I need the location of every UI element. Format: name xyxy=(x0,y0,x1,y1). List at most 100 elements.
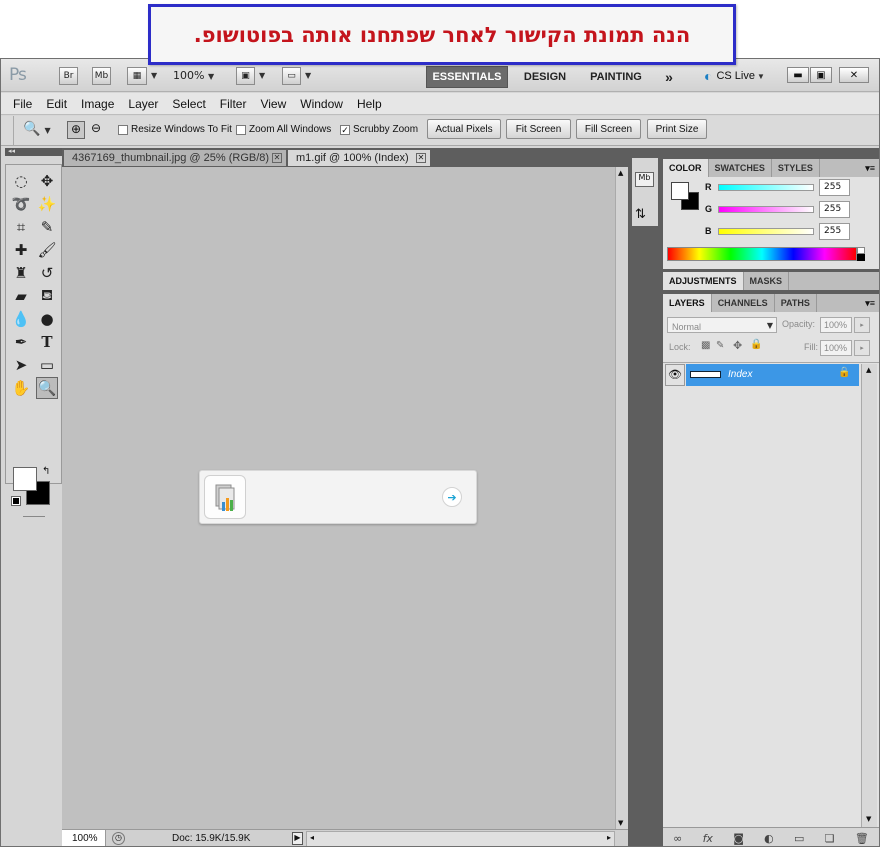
fill-arrow-icon[interactable]: ▸ xyxy=(854,340,870,356)
view-extras-button[interactable]: ▦ xyxy=(127,67,147,85)
pen-tool[interactable]: ✒ xyxy=(10,331,32,353)
move-tool[interactable]: ✥ xyxy=(36,170,58,192)
zoom-in-button[interactable]: ⊕ xyxy=(67,121,85,139)
zoom-all-windows-checkbox[interactable]: Zoom All Windows xyxy=(236,124,331,135)
tab-channels[interactable]: CHANNELS xyxy=(712,294,775,312)
arrange-documents-button[interactable]: ▣ xyxy=(236,67,255,85)
menu-file[interactable]: File xyxy=(6,97,39,111)
tab-m1-gif[interactable]: m1.gif @ 100% (Index) ✕ xyxy=(288,150,430,166)
horizontal-scrollbar[interactable]: ◂ ▸ xyxy=(306,831,615,846)
eyedropper-tool[interactable]: ✎ xyxy=(36,216,58,238)
paint-bucket-tool[interactable]: ⛾ xyxy=(36,285,58,307)
brush-tool[interactable]: 🖌 xyxy=(36,239,58,261)
red-slider[interactable] xyxy=(718,184,814,191)
blur-tool[interactable]: 💧 xyxy=(10,308,32,330)
menu-filter[interactable]: Filter xyxy=(213,97,254,111)
screen-mode-button[interactable]: ▭ xyxy=(282,67,301,85)
menu-edit[interactable]: Edit xyxy=(39,97,74,111)
blue-value-input[interactable]: 255 xyxy=(819,223,850,240)
spectrum-black-swatch[interactable] xyxy=(857,254,865,261)
workspace-design[interactable]: DESIGN xyxy=(515,66,575,88)
healing-brush-tool[interactable]: ✚ xyxy=(10,239,32,261)
actual-pixels-button[interactable]: Actual Pixels xyxy=(427,119,501,139)
panel-menu-icon[interactable]: ▾≡ xyxy=(865,163,879,174)
panel-menu-icon[interactable]: ▾≡ xyxy=(865,298,879,309)
shape-tool[interactable]: ▭ xyxy=(36,354,58,376)
workspace-essentials[interactable]: ESSENTIALS xyxy=(426,66,508,88)
layers-scrollbar[interactable]: ▲ ▼ xyxy=(861,364,877,827)
history-panel-icon[interactable]: ⇅ xyxy=(635,207,646,222)
fit-screen-button[interactable]: Fit Screen xyxy=(506,119,571,139)
zoom-out-button[interactable]: ⊖ xyxy=(87,121,105,139)
vertical-scrollbar[interactable]: ▲ ▼ xyxy=(615,167,628,829)
history-brush-tool[interactable]: ↺ xyxy=(36,262,58,284)
menu-layer[interactable]: Layer xyxy=(121,97,165,111)
mini-bridge-button[interactable]: Mb xyxy=(92,67,111,85)
magic-wand-tool[interactable]: ✨ xyxy=(36,193,58,215)
blue-slider[interactable] xyxy=(718,228,814,235)
lock-pixels-icon[interactable]: ✎ xyxy=(716,340,724,351)
crop-tool[interactable]: ⌗ xyxy=(10,216,32,238)
tab-swatches[interactable]: SWATCHES xyxy=(709,159,772,177)
link-layers-icon[interactable]: ∞ xyxy=(673,832,682,845)
add-mask-icon[interactable]: ◙ xyxy=(733,832,744,845)
mini-bridge-panel-icon[interactable]: Mb xyxy=(635,172,654,187)
hand-tool[interactable]: ✋ xyxy=(10,377,32,399)
eraser-tool[interactable]: ▰ xyxy=(10,285,32,307)
tab-layers[interactable]: LAYERS xyxy=(663,294,712,312)
close-icon[interactable]: ✕ xyxy=(416,153,426,163)
visibility-eye-icon[interactable]: 👁 xyxy=(665,364,685,386)
foreground-color-swatch[interactable] xyxy=(671,182,689,200)
scroll-down-icon[interactable]: ▼ xyxy=(866,815,871,823)
color-spectrum-ramp[interactable] xyxy=(667,247,857,261)
scroll-up-icon[interactable]: ▲ xyxy=(618,169,623,177)
more-workspaces-button[interactable]: » xyxy=(657,66,681,88)
tab-styles[interactable]: STYLES xyxy=(772,159,820,177)
resize-windows-checkbox[interactable]: Resize Windows To Fit xyxy=(118,124,232,135)
lock-all-icon[interactable]: 🔒 xyxy=(750,339,762,350)
tab-paths[interactable]: PATHS xyxy=(775,294,817,312)
tools-panel-header[interactable]: ◂◂ xyxy=(5,147,62,156)
zoom-level-select[interactable]: 100% ▼ xyxy=(173,69,214,82)
print-size-button[interactable]: Print Size xyxy=(647,119,707,139)
marquee-tool[interactable]: ◌ xyxy=(10,170,32,192)
menu-help[interactable]: Help xyxy=(350,97,389,111)
minimize-button[interactable]: ▬ xyxy=(787,67,809,83)
zoom-tool[interactable]: 🔍 xyxy=(36,377,58,399)
close-icon[interactable]: ✕ xyxy=(272,153,282,163)
scroll-right-icon[interactable]: ▸ xyxy=(607,833,611,842)
green-value-input[interactable]: 255 xyxy=(819,201,850,218)
fx-icon[interactable]: fx xyxy=(703,832,713,845)
tool-preset-picker[interactable]: 🔍 ▼ xyxy=(23,121,51,137)
lasso-tool[interactable]: ➰ xyxy=(10,193,32,215)
cs-live-button[interactable]: ◐ CS Live ▼ xyxy=(704,68,765,84)
type-tool[interactable]: T xyxy=(36,331,58,353)
scroll-down-icon[interactable]: ▼ xyxy=(618,819,623,827)
tab-thumbnail-jpg[interactable]: 4367169_thumbnail.jpg @ 25% (RGB/8) ✕ xyxy=(64,150,286,166)
adjustment-layer-icon[interactable]: ◐ xyxy=(764,832,774,845)
status-info-icon[interactable]: ◷ xyxy=(112,832,125,845)
menu-view[interactable]: View xyxy=(253,97,293,111)
tab-color[interactable]: COLOR xyxy=(663,159,709,177)
clone-stamp-tool[interactable]: ♜ xyxy=(10,262,32,284)
foreground-color-swatch[interactable] xyxy=(13,467,37,491)
status-menu-arrow-icon[interactable]: ▶ xyxy=(292,832,303,845)
green-slider[interactable] xyxy=(718,206,814,213)
swap-colors-icon[interactable]: ↰ xyxy=(42,466,50,477)
opacity-arrow-icon[interactable]: ▸ xyxy=(854,317,870,333)
status-zoom-field[interactable]: 100% xyxy=(62,830,106,846)
workspace-painting[interactable]: PAINTING xyxy=(581,66,651,88)
fill-input[interactable]: 100% xyxy=(820,340,852,356)
scrubby-zoom-checkbox[interactable]: ✓ Scrubby Zoom xyxy=(340,124,418,135)
close-button[interactable]: ✕ xyxy=(839,67,869,83)
canvas[interactable]: ➔ xyxy=(62,167,615,829)
trash-icon[interactable]: 🗑 xyxy=(855,832,869,845)
fill-screen-button[interactable]: Fill Screen xyxy=(576,119,641,139)
path-selection-tool[interactable]: ➤ xyxy=(10,354,32,376)
lock-position-icon[interactable]: ✥ xyxy=(733,339,742,352)
new-group-icon[interactable]: ▭ xyxy=(794,832,804,845)
red-value-input[interactable]: 255 xyxy=(819,179,850,196)
tab-masks[interactable]: MASKS xyxy=(744,272,790,290)
bridge-button[interactable]: Br xyxy=(59,67,78,85)
new-layer-icon[interactable]: ❏ xyxy=(825,832,835,845)
